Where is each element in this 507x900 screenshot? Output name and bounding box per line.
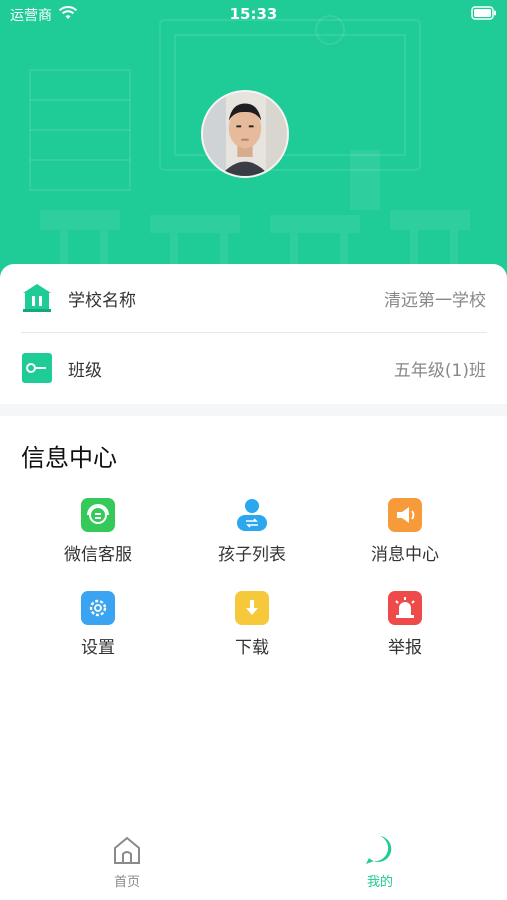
class-value: 五年级(1)班 [393, 361, 486, 381]
tab-mine-label: 我的 [366, 875, 393, 890]
wechat-support-icon [81, 498, 115, 532]
tab-home[interactable]: 首页 [77, 834, 177, 894]
megaphone-icon [388, 498, 422, 532]
clock: 15:33 [229, 5, 278, 23]
class-label: 班级 [68, 361, 102, 381]
wechat-support-item[interactable]: 微信客服 [23, 498, 173, 578]
tab-home-label: 首页 [113, 875, 140, 890]
child-list-label: 孩子列表 [218, 545, 286, 565]
battery-icon [471, 6, 496, 20]
bottom-tab-bar: 首页 我的 [0, 820, 507, 900]
alarm-siren-icon [388, 591, 422, 625]
school-label: 学校名称 [68, 291, 136, 311]
user-avatar-photo [203, 92, 287, 176]
report-item[interactable]: 举报 [330, 591, 480, 671]
download-label: 下载 [235, 638, 269, 658]
row-divider [21, 332, 487, 333]
class-row[interactable]: 班级 五年级(1)班 [0, 334, 507, 402]
home-icon [114, 836, 140, 864]
settings-item[interactable]: 设置 [23, 591, 173, 671]
school-info-card: 学校名称 清远第一学校 班级 五年级(1)班 [0, 264, 507, 404]
tab-mine[interactable]: 我的 [330, 834, 430, 894]
class-key-icon [22, 353, 52, 383]
school-row[interactable]: 学校名称 清远第一学校 [0, 264, 507, 332]
report-label: 举报 [388, 638, 422, 658]
settings-label: 设置 [81, 638, 115, 658]
profile-header: 运营商 15:33 [0, 0, 507, 290]
child-list-icon [235, 498, 269, 532]
profile-bubble-icon [366, 836, 392, 864]
section-gap [0, 404, 507, 416]
download-item[interactable]: 下载 [177, 591, 327, 671]
school-building-icon [23, 284, 51, 312]
message-center-item[interactable]: 消息中心 [330, 498, 480, 578]
info-center-title: 信息中心 [21, 444, 117, 472]
child-list-item[interactable]: 孩子列表 [177, 498, 327, 578]
wechat-support-label: 微信客服 [64, 545, 132, 565]
settings-gear-icon [81, 591, 115, 625]
download-icon [235, 591, 269, 625]
status-bar: 运营商 15:33 [0, 0, 507, 28]
avatar[interactable] [201, 90, 289, 178]
message-center-label: 消息中心 [371, 545, 439, 565]
school-value: 清远第一学校 [384, 291, 486, 311]
